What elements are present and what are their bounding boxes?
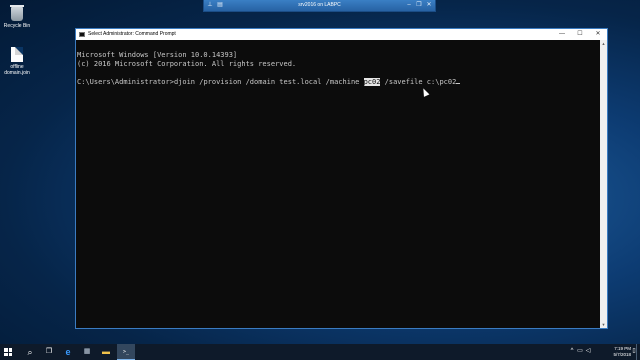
search-icon: ⌕ — [27, 347, 33, 357]
show-desktop-button[interactable] — [636, 344, 640, 360]
remote-session-title: srv2016 on LABPC — [298, 2, 341, 8]
console-selection[interactable]: pc02 — [363, 78, 381, 86]
chevron-up-icon[interactable]: ^ — [569, 348, 575, 355]
command-prompt-window[interactable]: Select Administrator: Command Prompt — ☐… — [75, 28, 608, 329]
desktop-icon-label: Recycle Bin — [3, 23, 31, 29]
desktop-icon-label: offline domain.join — [4, 64, 30, 76]
remote-connection-bar[interactable]: ⊥ ▤ srv2016 on LABPC – ❐ ✕ — [203, 0, 436, 12]
edge-icon: e — [65, 347, 71, 357]
vertical-scrollbar[interactable]: ▲ ▼ — [600, 40, 607, 328]
console-command-rest: /savefile c:\pc02 — [380, 78, 457, 86]
task-view-button[interactable]: ❐ — [41, 344, 57, 360]
command-prompt-button[interactable]: >_ — [117, 344, 135, 360]
console-command-line: C:\Users\Administrator>djoin /provision … — [77, 78, 600, 87]
scroll-down-icon[interactable]: ▼ — [600, 321, 607, 328]
recycle-bin-icon — [10, 5, 24, 21]
volume-icon[interactable]: ◁ — [585, 348, 591, 355]
minimize-icon[interactable]: – — [405, 2, 413, 9]
minimize-button[interactable]: — — [553, 29, 571, 40]
command-prompt-icon — [79, 32, 85, 37]
close-button[interactable]: ✕ — [589, 29, 607, 40]
console-output[interactable]: Microsoft Windows [Version 10.0.14393] (c… — [76, 40, 600, 328]
edge-button[interactable]: e — [60, 344, 76, 360]
file-explorer-icon: ▬ — [102, 347, 110, 356]
task-view-icon: ❐ — [45, 348, 53, 355]
file-icon — [11, 47, 23, 62]
console-line: Microsoft Windows [Version 10.0.14393] — [77, 51, 238, 59]
taskbar: ⌕ ❐ e ▦ ▬ >_ ^ ▭ ◁ 7:19 PM 5/7/2018 ▯ — [0, 344, 640, 360]
desktop-icon-recycle-bin[interactable]: Recycle Bin — [0, 5, 34, 29]
network-icon[interactable]: ▭ — [577, 348, 583, 355]
maximize-button[interactable]: ☐ — [571, 29, 589, 40]
server-manager-button[interactable]: ▦ — [79, 344, 95, 360]
close-icon[interactable]: ✕ — [425, 2, 433, 9]
command-prompt-icon: >_ — [122, 349, 130, 355]
server-manager-icon: ▦ — [83, 348, 91, 355]
restore-icon[interactable]: ❐ — [415, 2, 423, 9]
start-icon — [4, 348, 12, 356]
clock[interactable]: 7:19 PM 5/7/2018 — [601, 346, 631, 357]
file-explorer-button[interactable]: ▬ — [98, 344, 114, 360]
system-tray: ^ ▭ ◁ 7:19 PM 5/7/2018 ▯ — [565, 344, 640, 360]
start-button[interactable] — [0, 344, 20, 360]
console-prompt: C:\Users\Administrator> — [77, 78, 174, 86]
clock-date: 5/7/2018 — [613, 351, 631, 357]
search-button[interactable]: ⌕ — [22, 344, 38, 360]
console-command: djoin /provision /domain test.local /mac… — [173, 78, 364, 86]
window-title: Select Administrator: Command Prompt — [88, 31, 176, 37]
desktop-icon-offline-domain-join[interactable]: offline domain.join — [0, 47, 34, 76]
text-cursor — [456, 83, 461, 84]
scroll-up-icon[interactable]: ▲ — [600, 40, 607, 47]
console-line: (c) 2016 Microsoft Corporation. All righ… — [77, 60, 297, 68]
window-titlebar[interactable]: Select Administrator: Command Prompt — ☐… — [76, 29, 607, 40]
